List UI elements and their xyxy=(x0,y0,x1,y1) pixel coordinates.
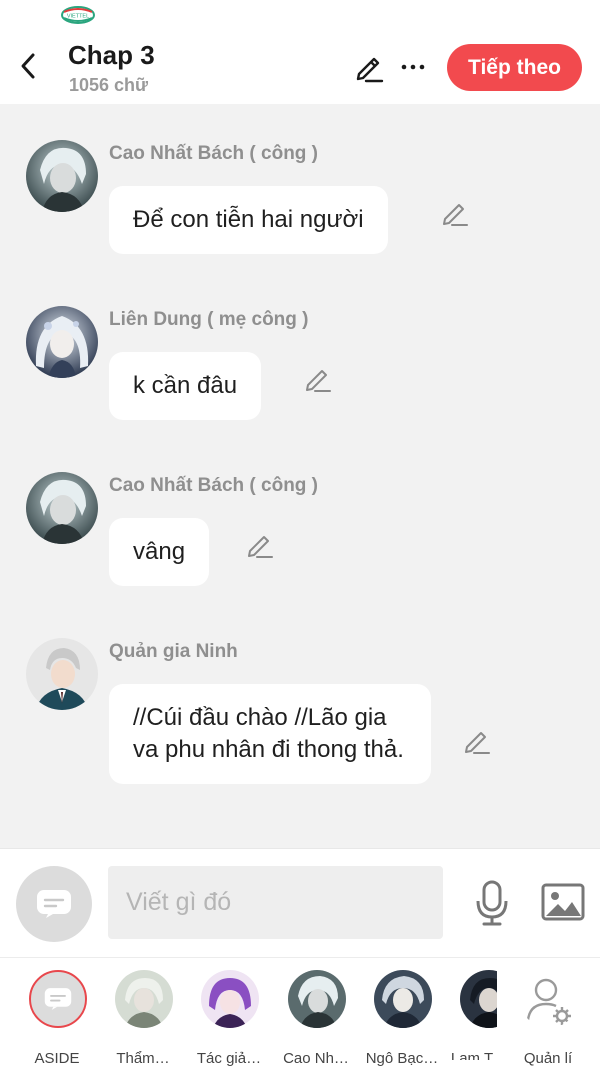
avatar xyxy=(201,970,259,1028)
speaker-name: Cao Nhất Bách ( công ) xyxy=(109,143,319,164)
message-bubble[interactable]: vâng xyxy=(109,518,210,586)
user-settings-icon xyxy=(520,970,578,1028)
speaker-name: Quản gia Ninh xyxy=(109,641,238,662)
message-input[interactable] xyxy=(108,866,443,939)
character-chip[interactable]: Thẩm… xyxy=(102,970,184,1067)
character-label: Tác giả… xyxy=(196,1050,262,1067)
avatar[interactable] xyxy=(26,472,98,544)
speaker-name: Liên Dung ( mẹ công ) xyxy=(109,309,309,330)
status-bar: VIETTEL xyxy=(0,0,600,28)
speaker-name: Cao Nhất Bách ( công ) xyxy=(109,475,319,496)
character-label: ASIDE xyxy=(34,1050,80,1067)
edit-chapter-icon[interactable] xyxy=(352,50,386,84)
edit-message-icon[interactable] xyxy=(303,364,333,394)
aside-avatar xyxy=(29,970,87,1028)
character-chip[interactable]: Ngô Bạc… xyxy=(361,970,443,1067)
message-bubble[interactable]: //Cúi đầu chào //Lão gia va phu nhân đi … xyxy=(109,684,431,784)
avatar xyxy=(374,970,432,1028)
back-button[interactable] xyxy=(12,48,44,84)
character-label: Lam T xyxy=(450,1050,494,1060)
svg-text:VIETTEL: VIETTEL xyxy=(67,14,89,20)
message-bubble[interactable]: Để con tiễn hai người xyxy=(109,186,388,254)
image-icon[interactable] xyxy=(541,882,585,922)
character-label: Quản lí xyxy=(523,1050,573,1067)
avatar[interactable] xyxy=(26,638,98,710)
aside-toggle-button[interactable] xyxy=(16,866,92,942)
message-composer xyxy=(0,848,600,957)
manage-characters-button[interactable]: Quản lí xyxy=(507,970,589,1067)
character-chip[interactable]: Cao Nh… xyxy=(275,970,357,1067)
message-bubble[interactable]: k cần đâu xyxy=(109,352,262,420)
more-options-icon[interactable] xyxy=(398,52,428,82)
edit-message-icon[interactable] xyxy=(440,198,470,228)
edit-message-icon[interactable] xyxy=(245,530,275,560)
character-chip[interactable]: Lam T xyxy=(447,970,497,1060)
character-label: Cao Nh… xyxy=(283,1050,349,1067)
avatar[interactable] xyxy=(26,306,98,378)
chevron-left-icon xyxy=(21,53,35,79)
avatar xyxy=(115,970,173,1028)
avatar xyxy=(460,970,497,1028)
character-bar: ASIDE Thẩm… Tác giả… Cao Nh… Ngô Bạc… La… xyxy=(0,957,600,1067)
avatar xyxy=(288,970,346,1028)
character-label: Ngô Bạc… xyxy=(365,1050,439,1067)
chapter-title: Chap 3 xyxy=(68,40,155,70)
chapter-header: Chap 3 1056 chữ Tiếp theo xyxy=(0,28,600,104)
next-chapter-button[interactable]: Tiếp theo xyxy=(447,44,582,91)
character-chip-aside[interactable]: ASIDE xyxy=(16,970,98,1067)
chat-list: Cao Nhất Bách ( công ) Để con tiễn hai n… xyxy=(0,104,600,848)
character-label: Thẩm… xyxy=(116,1050,170,1067)
chat-bubble-icon xyxy=(44,988,72,1010)
chat-bubble-icon xyxy=(37,890,71,918)
avatar[interactable] xyxy=(26,140,98,212)
microphone-icon[interactable] xyxy=(472,879,512,927)
character-chip[interactable]: Tác giả… xyxy=(188,970,270,1067)
edit-message-icon[interactable] xyxy=(462,726,492,756)
carrier-logo: VIETTEL xyxy=(61,6,95,24)
word-count: 1056 chữ xyxy=(69,75,149,95)
